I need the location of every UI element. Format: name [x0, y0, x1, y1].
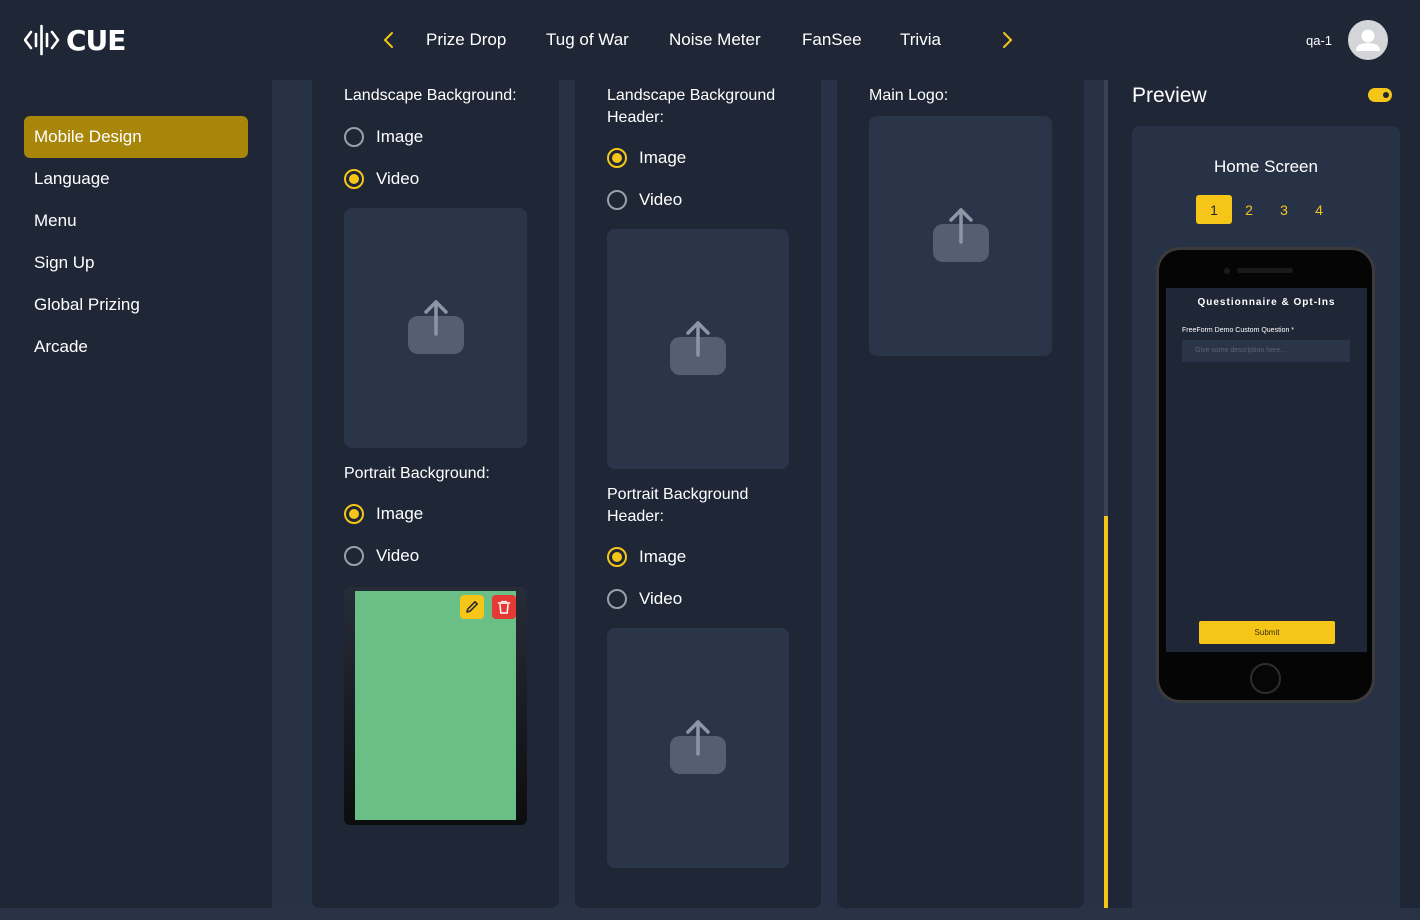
tab-prize-drop[interactable]: Prize Drop	[426, 30, 506, 50]
main-logo-upload[interactable]	[869, 116, 1052, 356]
radio-label: Image	[639, 547, 687, 566]
portrait-background-thumbnail	[344, 587, 527, 825]
preview-page-4[interactable]: 4	[1301, 195, 1337, 224]
chevron-left-icon	[383, 32, 393, 48]
upload-icon	[932, 208, 989, 262]
radio-unchecked-icon	[344, 127, 364, 147]
portrait-bg-image-radio[interactable]: Image	[344, 504, 423, 524]
phone-speaker	[1237, 268, 1293, 273]
tab-fansee[interactable]: FanSee	[802, 30, 862, 50]
radio-checked-icon	[344, 169, 364, 189]
content-scrollbar-thumb[interactable]	[1104, 516, 1108, 908]
pencil-icon	[466, 601, 478, 613]
radio-unchecked-icon	[607, 190, 627, 210]
radio-label: Video	[639, 589, 683, 608]
radio-checked-icon	[607, 148, 627, 168]
trash-icon	[497, 600, 511, 614]
portrait-bg-video-radio[interactable]: Video	[344, 546, 419, 566]
cue-logo[interactable]: CUE	[24, 20, 126, 60]
landscape-header-upload[interactable]	[607, 229, 789, 469]
landscape-bg-image-radio[interactable]: Image	[344, 127, 423, 147]
user-icon	[1356, 29, 1380, 51]
sidebar-item-language[interactable]: Language	[24, 158, 248, 200]
landscape-background-header-label: Landscape Background Header:	[607, 85, 775, 129]
logo-text: CUE	[66, 23, 126, 57]
radio-label: Video	[376, 546, 420, 565]
landscape-background-label: Landscape Background:	[344, 87, 517, 104]
delete-image-button[interactable]	[492, 595, 516, 619]
label-line: Header:	[607, 109, 664, 126]
sidebar-item-menu[interactable]: Menu	[24, 200, 248, 242]
label-line: Portrait Background	[607, 486, 749, 503]
phone-description-input[interactable]: Give some description here...	[1182, 340, 1350, 362]
portrait-background-header-label: Portrait Background Header:	[607, 484, 748, 528]
radio-label: Image	[639, 148, 687, 167]
radio-unchecked-icon	[607, 589, 627, 609]
upload-icon	[407, 300, 464, 354]
radio-checked-icon	[607, 547, 627, 567]
portrait-header-image-radio[interactable]: Image	[607, 547, 686, 567]
label-line: Landscape Background	[607, 87, 776, 104]
landscape-header-image-radio[interactable]: Image	[607, 148, 686, 168]
radio-label: Video	[639, 190, 683, 209]
avatar[interactable]	[1348, 20, 1388, 60]
radio-checked-icon	[344, 504, 364, 524]
radio-label: Image	[376, 504, 424, 523]
tab-tug-of-war[interactable]: Tug of War	[546, 30, 629, 50]
main-logo-label: Main Logo:	[869, 87, 949, 104]
landscape-bg-video-radio[interactable]: Video	[344, 169, 419, 189]
preview-title: Preview	[1132, 84, 1207, 107]
sidebar-item-sign-up[interactable]: Sign Up	[24, 242, 248, 284]
portrait-background-label: Portrait Background:	[344, 465, 490, 482]
bottom-edge	[0, 908, 1420, 920]
preview-page-1[interactable]: 1	[1196, 195, 1232, 224]
nav-next-button[interactable]	[995, 28, 1019, 52]
preview-screen-label: Home Screen	[1214, 157, 1318, 176]
upload-icon	[670, 321, 726, 375]
uploaded-image	[355, 591, 516, 820]
tab-noise-meter[interactable]: Noise Meter	[669, 30, 761, 50]
tab-trivia[interactable]: Trivia	[900, 30, 941, 50]
upload-icon	[670, 720, 726, 774]
preview-page-2[interactable]: 2	[1231, 195, 1267, 224]
edit-image-button[interactable]	[460, 595, 484, 619]
label-line: Header:	[607, 508, 664, 525]
phone-screen-title: Questionnaire & Opt-Ins	[1197, 297, 1336, 308]
phone-submit-button[interactable]: Submit	[1199, 621, 1335, 644]
sidebar-item-arcade[interactable]: Arcade	[24, 326, 248, 368]
phone-question-label: FreeForm Demo Custom Question *	[1182, 327, 1295, 334]
landscape-background-upload[interactable]	[344, 208, 527, 448]
preview-page-3[interactable]: 3	[1266, 195, 1302, 224]
radio-label: Video	[376, 169, 420, 188]
user-name: qa-1	[1306, 33, 1333, 48]
radio-unchecked-icon	[344, 546, 364, 566]
sidebar-item-mobile-design[interactable]: Mobile Design	[24, 116, 248, 158]
phone-home-button	[1250, 663, 1281, 694]
landscape-header-video-radio[interactable]: Video	[607, 190, 682, 210]
radio-label: Image	[376, 127, 424, 146]
soundwave-logo-icon	[24, 24, 60, 56]
portrait-header-video-radio[interactable]: Video	[607, 589, 682, 609]
phone-camera	[1224, 268, 1230, 274]
preview-toggle[interactable]	[1368, 88, 1392, 102]
nav-prev-button[interactable]	[377, 28, 401, 52]
top-bar: CUE Prize Drop Tug of War Noise Meter Fa…	[0, 0, 1420, 80]
sidebar-item-global-prizing[interactable]: Global Prizing	[24, 284, 248, 326]
chevron-right-icon	[1003, 32, 1013, 48]
portrait-header-upload[interactable]	[607, 628, 789, 868]
